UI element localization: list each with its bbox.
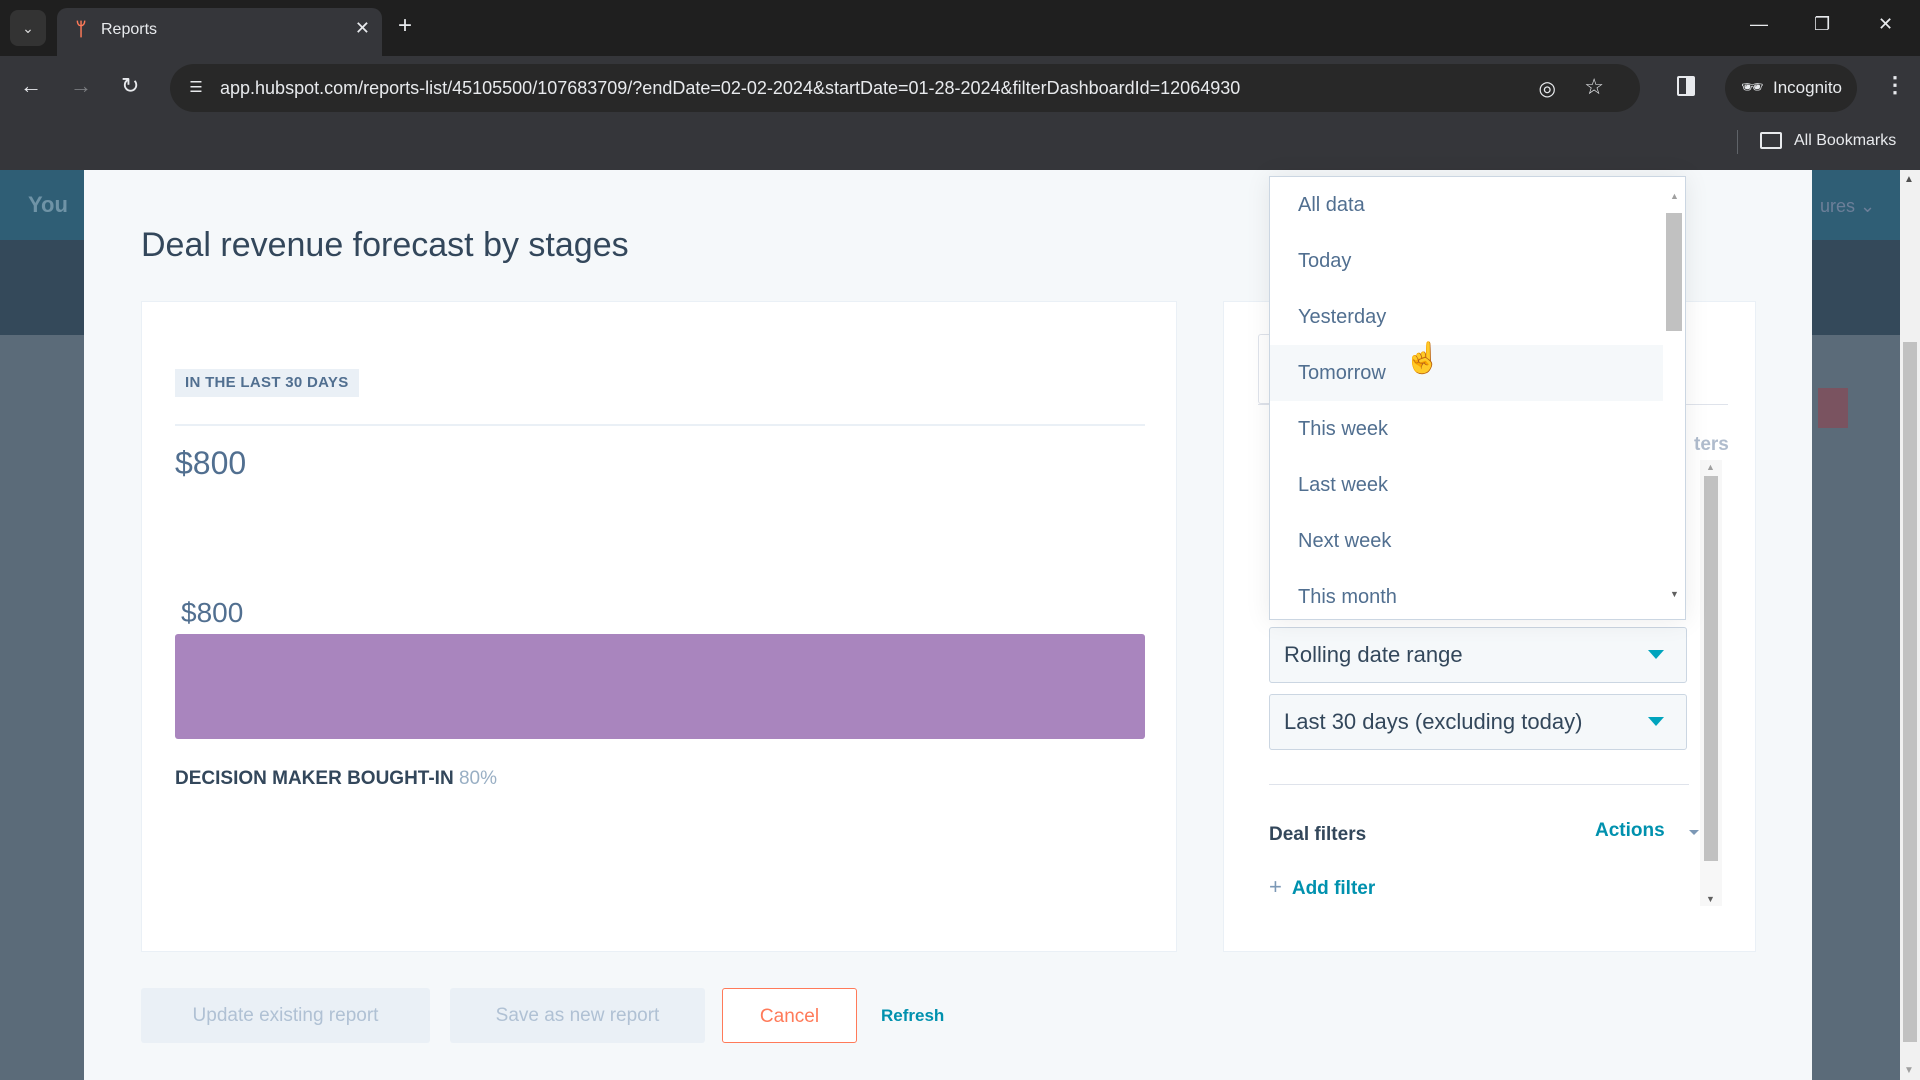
date-range-period-value: Last 30 days (excluding today)	[1284, 709, 1583, 734]
funnel-bar-chart: $800 DECISION MAKER BOUGHT-IN 80%	[175, 597, 1145, 789]
date-range-type-value: Rolling date range	[1284, 642, 1463, 667]
incognito-label: Incognito	[1773, 78, 1842, 97]
page-scrollbar-thumb[interactable]	[1903, 342, 1917, 1042]
date-range-period-select[interactable]: Last 30 days (excluding today)	[1269, 694, 1687, 750]
date-range-type-select[interactable]: Rolling date range	[1269, 627, 1687, 683]
window-close-icon[interactable]: ✕	[1878, 14, 1893, 35]
scroll-down-arrow-icon[interactable]: ▼	[1670, 589, 1679, 599]
chart-card: IN THE LAST 30 DAYS $800 $800 DECISION MA…	[141, 301, 1177, 952]
caret-down-icon	[1648, 717, 1664, 726]
chevron-down-icon: ⌄	[22, 19, 34, 36]
hubspot-favicon-icon: ᛘ	[75, 19, 87, 39]
bookmarks-divider	[1737, 130, 1738, 154]
bar-category-label: DECISION MAKER BOUGHT-IN 80%	[175, 768, 497, 789]
caret-down-icon	[1648, 650, 1664, 659]
tab-list-button[interactable]: ⌄	[10, 10, 46, 46]
plus-icon: +	[1269, 874, 1282, 899]
funnel-bar[interactable]	[175, 634, 1145, 739]
scroll-up-arrow-icon[interactable]: ▲	[1904, 174, 1914, 185]
bar-value-label: $800	[181, 597, 243, 628]
dropdown-option-last-week[interactable]: Last week	[1270, 457, 1663, 513]
browser-toolbar: ← → ↻ ☰ app.hubspot.com/reports-list/451…	[0, 56, 1920, 120]
hand-cursor-icon: ☝	[1404, 342, 1442, 375]
bookmarks-bar: All Bookmarks	[0, 120, 1920, 170]
caret-down-icon	[1689, 830, 1699, 835]
new-tab-button[interactable]: +	[398, 12, 412, 40]
dropdown-option-tomorrow[interactable]: Tomorrow	[1270, 345, 1663, 401]
update-existing-report-button[interactable]: Update existing report	[141, 988, 430, 1043]
dropdown-option-all-data[interactable]: All data	[1270, 177, 1663, 233]
date-range-dropdown-menu: All data Today Yesterday Tomorrow This w…	[1269, 176, 1686, 620]
bookmark-star-icon[interactable]: ☆	[1584, 74, 1604, 100]
forward-icon[interactable]: →	[70, 74, 92, 98]
filters-panel-scrollbar[interactable]: ▲ ▼	[1700, 460, 1722, 906]
background-button	[1818, 388, 1848, 428]
filters-divider	[1269, 784, 1689, 785]
add-filter-label: Add filter	[1291, 878, 1376, 899]
browser-menu-icon[interactable]: ⋮	[1884, 72, 1906, 98]
side-panel-icon[interactable]	[1677, 76, 1695, 96]
incognito-icon: 🕶	[1741, 77, 1764, 97]
add-filter-button[interactable]: + Add filter	[1269, 874, 1375, 900]
eye-off-icon[interactable]: ◎	[1539, 76, 1556, 101]
restore-icon[interactable]: ❐	[1814, 14, 1830, 35]
dropdown-option-this-week[interactable]: This week	[1270, 401, 1663, 457]
back-icon[interactable]: ←	[20, 74, 42, 98]
scroll-up-arrow-icon[interactable]: ▲	[1670, 191, 1679, 201]
dropdown-option-next-week[interactable]: Next week	[1270, 513, 1663, 569]
actions-dropdown-button[interactable]: Actions	[1595, 820, 1665, 842]
tab-title: Reports	[101, 21, 158, 38]
refresh-link[interactable]: Refresh	[881, 1006, 944, 1026]
url-text[interactable]: app.hubspot.com/reports-list/45105500/10…	[220, 78, 1240, 99]
close-tab-icon[interactable]: ✕	[355, 18, 370, 39]
scroll-down-arrow-icon[interactable]: ▼	[1904, 1065, 1914, 1076]
scroll-down-arrow-icon[interactable]: ▼	[1706, 894, 1715, 904]
filters-tab-label[interactable]: ters	[1694, 434, 1729, 456]
background-nav-text: ures ⌄	[1820, 196, 1876, 216]
browser-tab-reports[interactable]: ᛘ Reports ✕	[57, 8, 382, 56]
dropdown-scrollbar[interactable]: ▲ ▼	[1663, 177, 1685, 619]
dropdown-option-yesterday[interactable]: Yesterday	[1270, 289, 1663, 345]
reload-icon[interactable]: ↻	[121, 74, 139, 98]
address-bar[interactable]: ☰ app.hubspot.com/reports-list/45105500/…	[170, 64, 1640, 112]
report-title: Deal revenue forecast by stages	[141, 226, 629, 264]
dropdown-option-this-month[interactable]: This month	[1270, 569, 1663, 619]
save-as-new-report-button[interactable]: Save as new report	[450, 988, 705, 1043]
incognito-indicator[interactable]: 🕶 Incognito	[1725, 64, 1857, 112]
background-banner-text: You	[28, 192, 68, 217]
site-info-icon[interactable]: ☰	[184, 76, 208, 100]
minimize-icon[interactable]: —	[1750, 14, 1768, 35]
all-bookmarks-link[interactable]: All Bookmarks	[1794, 132, 1896, 150]
browser-tab-bar: ⌄ ᛘ Reports ✕ + — ❐ ✕	[0, 0, 1920, 56]
cancel-button[interactable]: Cancel	[722, 988, 857, 1043]
filters-panel-scrollbar-thumb[interactable]	[1704, 476, 1718, 861]
scroll-up-arrow-icon[interactable]: ▲	[1706, 462, 1715, 472]
dropdown-scrollbar-thumb[interactable]	[1666, 213, 1682, 331]
folder-icon	[1760, 132, 1782, 149]
bar-probability-label: 80%	[459, 768, 497, 789]
page-scrollbar[interactable]: ▲ ▼	[1900, 170, 1920, 1080]
dropdown-option-today[interactable]: Today	[1270, 233, 1663, 289]
deal-filters-heading: Deal filters	[1269, 824, 1367, 845]
